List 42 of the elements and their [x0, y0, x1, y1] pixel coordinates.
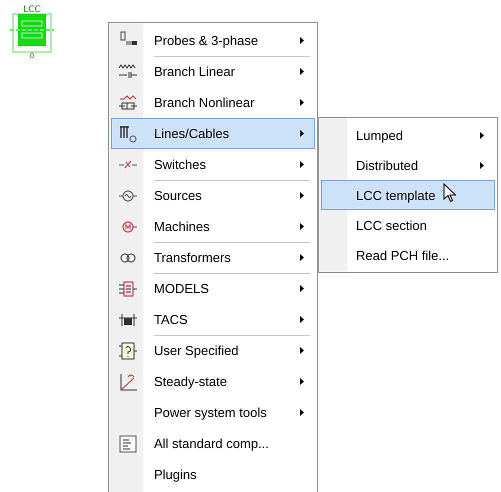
submenu-arrow-icon: [300, 68, 304, 75]
line-cable-icon: [118, 124, 138, 144]
submenu-arrow-icon: [300, 285, 304, 292]
menu-item[interactable]: Branch Nonlinear: [111, 87, 315, 118]
submenu-arrow-icon: [300, 316, 304, 323]
submenu-arrow-icon: [300, 37, 304, 44]
menu-item[interactable]: User Specified: [111, 335, 315, 366]
menu-item[interactable]: Plugins: [111, 459, 315, 490]
submenu-arrow-icon: [300, 192, 304, 199]
menu-item[interactable]: Lumped: [321, 120, 495, 150]
menu-item[interactable]: Sources: [111, 180, 315, 211]
menu-item[interactable]: All standard comp...: [111, 428, 315, 459]
submenu-arrow-icon: [300, 254, 304, 261]
graph-icon: [118, 372, 138, 392]
submenu-arrow-icon: [300, 130, 304, 137]
menu-item[interactable]: MODELS: [111, 273, 315, 304]
submenu-arrow-icon: [300, 161, 304, 168]
submenu-arrow-icon: [300, 347, 304, 354]
submenu-arrow-icon: [300, 378, 304, 385]
submenu-arrow-icon: [300, 409, 304, 416]
list-icon: [118, 434, 138, 454]
menu-item[interactable]: Read PCH file...: [321, 240, 495, 270]
mouse-cursor-icon: [443, 183, 456, 203]
menu-item[interactable]: Machines: [111, 211, 315, 242]
menu-item[interactable]: LCC template: [321, 180, 495, 210]
menu-item[interactable]: Branch Linear: [111, 56, 315, 87]
menu-item[interactable]: Power system tools: [111, 397, 315, 428]
submenu-arrow-icon: [300, 223, 304, 230]
menu-item[interactable]: LCC section: [321, 210, 495, 240]
menu-item[interactable]: Distributed: [321, 150, 495, 180]
menu-item[interactable]: Steady-state: [111, 366, 315, 397]
menu-item[interactable]: Lines/Cables: [111, 118, 315, 149]
menu-item[interactable]: Transformers: [111, 242, 315, 273]
menu-item[interactable]: Probes & 3-phase: [111, 25, 315, 56]
submenu-arrow-icon: [300, 99, 304, 106]
menu-item[interactable]: TACS: [111, 304, 315, 335]
menu-item[interactable]: Switches: [111, 149, 315, 180]
models-icon: [118, 278, 138, 298]
question-mark-icon: [118, 340, 138, 360]
submenu-arrow-icon: [480, 162, 484, 168]
submenu-arrow-icon: [480, 132, 484, 138]
nonlinear-branch-icon: [118, 92, 138, 112]
